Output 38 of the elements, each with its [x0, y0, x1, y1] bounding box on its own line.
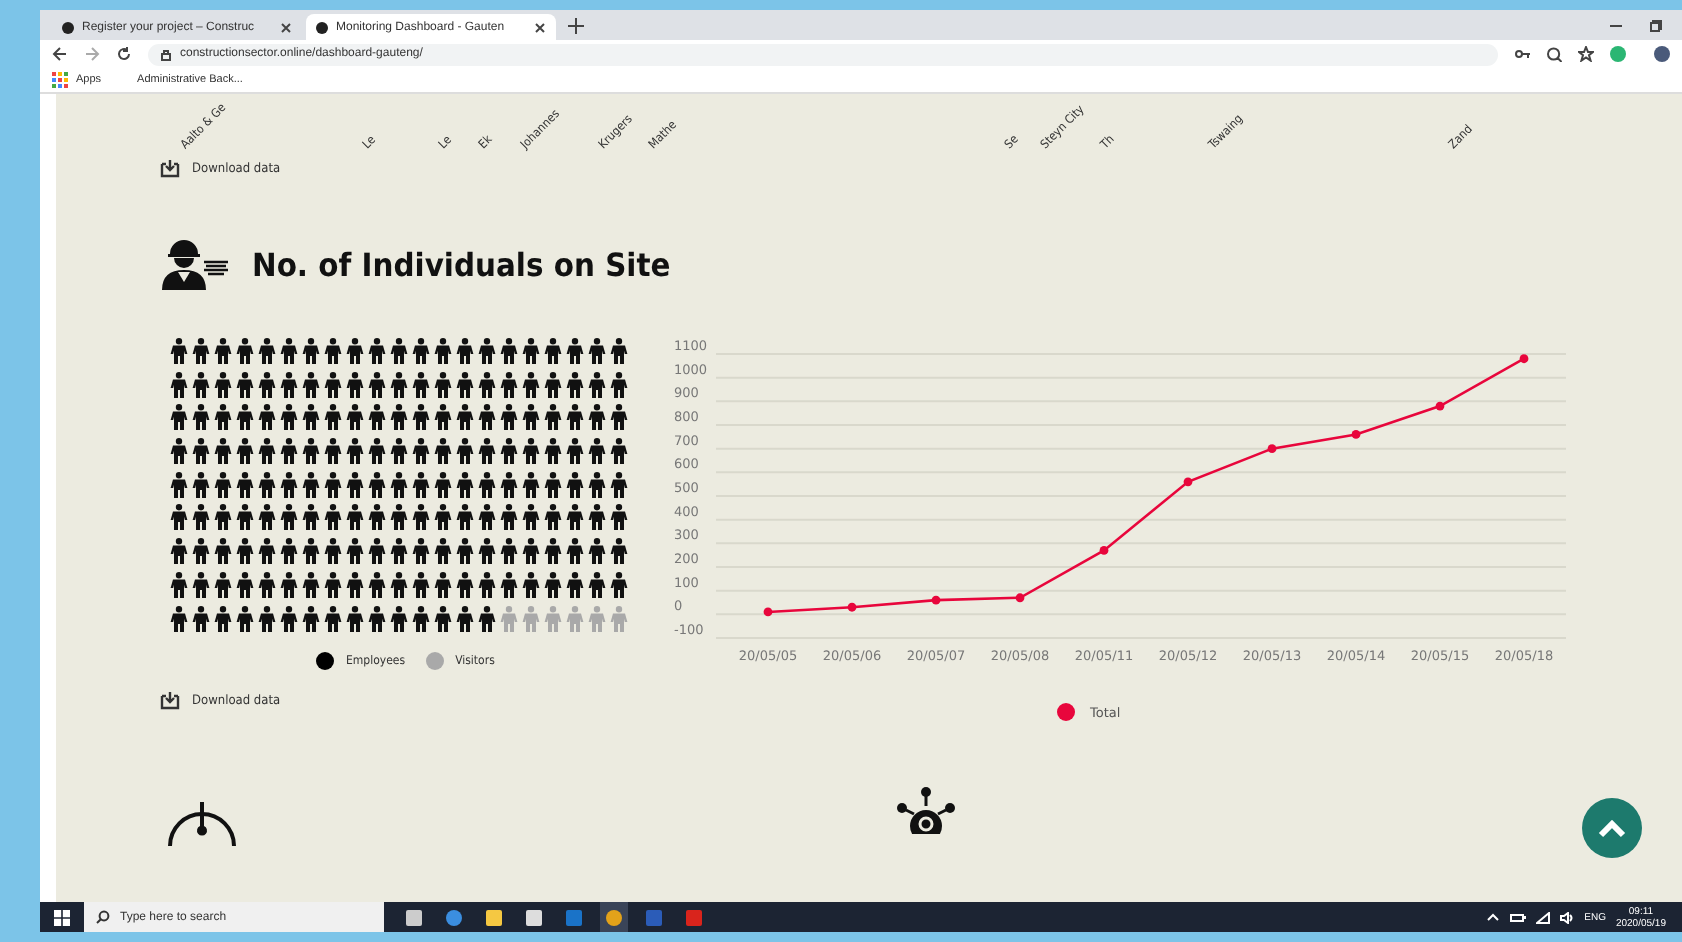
profile-avatar[interactable] [1654, 46, 1670, 62]
download-icon[interactable] [160, 689, 180, 709]
close-icon[interactable] [534, 21, 546, 33]
reload-icon[interactable] [116, 46, 132, 62]
minimize-icon[interactable] [1610, 19, 1622, 31]
network-icon[interactable] [1536, 911, 1551, 923]
favicon-icon [316, 21, 328, 33]
search-icon [96, 910, 110, 924]
data-point [1435, 401, 1445, 411]
data-point [931, 595, 941, 605]
data-point [1267, 444, 1277, 454]
windows-icon [54, 909, 70, 925]
grid-icon [52, 72, 68, 88]
section-title: No. of Individuals on Site [252, 245, 671, 283]
key-icon[interactable] [1514, 48, 1530, 60]
chevron-up-icon [1598, 819, 1626, 837]
data-point [1351, 430, 1361, 439]
lock-icon [160, 47, 172, 61]
data-point [1183, 477, 1193, 487]
scroll-top-button[interactable] [1582, 798, 1642, 858]
star-icon[interactable] [1578, 46, 1594, 62]
zoom-icon[interactable] [1546, 46, 1562, 62]
favicon-icon [62, 21, 74, 33]
data-point [847, 602, 857, 612]
worker-icon [160, 238, 232, 290]
plus-icon[interactable] [568, 17, 584, 33]
restore-icon[interactable] [1650, 19, 1662, 31]
close-icon[interactable] [280, 21, 292, 33]
data-point [1519, 354, 1529, 364]
data-point [763, 607, 773, 617]
back-icon[interactable] [52, 46, 68, 62]
battery-icon[interactable] [1510, 911, 1527, 923]
speaker-icon[interactable] [1560, 911, 1575, 923]
caret-icon[interactable] [1486, 911, 1501, 923]
extension-icon[interactable] [1610, 46, 1626, 62]
data-point [1099, 546, 1109, 555]
data-point [1015, 593, 1025, 603]
download-icon[interactable] [160, 158, 180, 178]
